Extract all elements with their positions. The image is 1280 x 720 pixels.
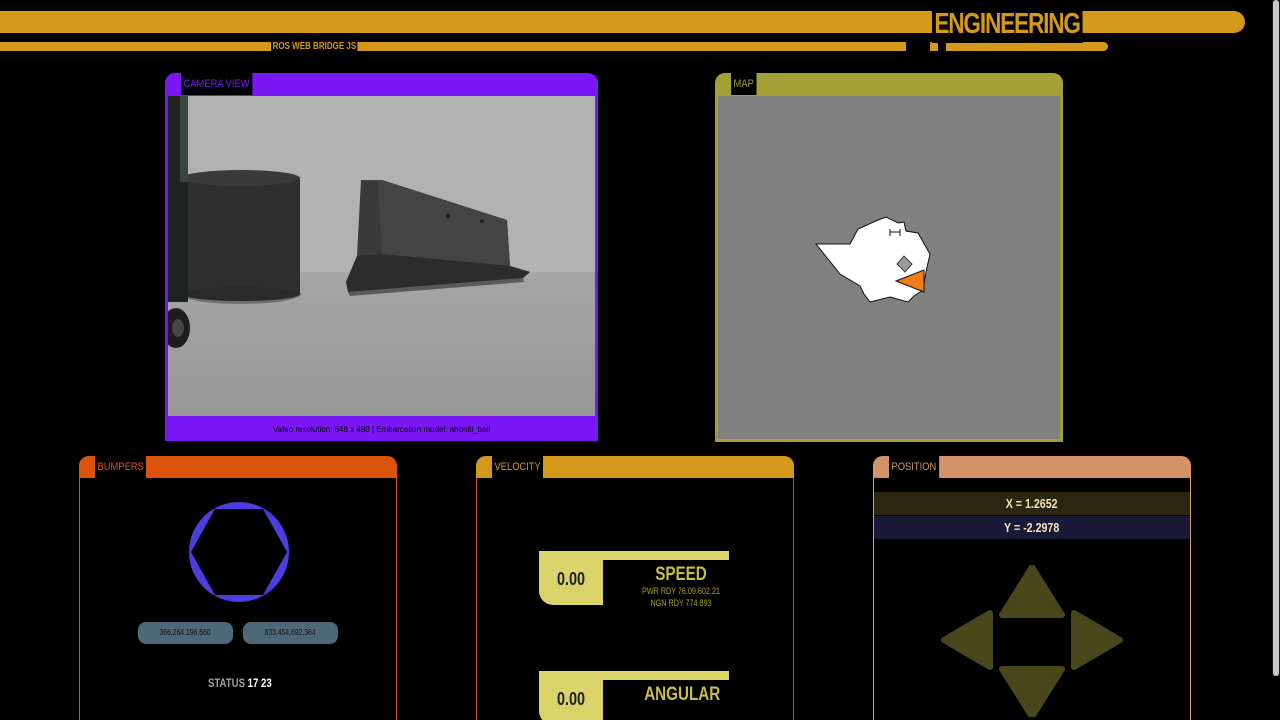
speed-title: SPEED xyxy=(655,564,707,585)
arrow-right-icon[interactable] xyxy=(1071,610,1123,670)
speed-value: 0.00 xyxy=(556,569,586,589)
speed-gauge: 0.00 SPEED PWR RDY 76.09 602.21 NGN RDY … xyxy=(539,551,731,608)
page-title: ENGINEERING xyxy=(932,5,1083,43)
camera-scene-image xyxy=(168,96,595,416)
page-subtitle: ROS WEB BRIDGE JS xyxy=(271,41,358,53)
camera-panel-label: CAMERA VIEW xyxy=(181,73,253,95)
velocity-panel-label: VELOCITY xyxy=(492,456,544,478)
speed-subtext-1: PWR RDY 76.09 602.21 xyxy=(642,586,720,596)
position-body: X = 1.2652 Y = -2.2978 xyxy=(874,478,1190,720)
position-panel-label: POSITION xyxy=(889,456,939,478)
speed-subtext-2: NGN RDY 774 893 xyxy=(650,598,712,608)
map-panel-label: MAP xyxy=(731,73,757,95)
velocity-panel: VELOCITY 0.00 SPEED PWR RDY 76.09 602.21… xyxy=(476,456,794,720)
header-bar-lower-block xyxy=(930,42,938,51)
occupancy-map-image xyxy=(814,216,931,303)
page-scrollbar[interactable] xyxy=(1272,0,1280,676)
angular-gauge: 0.00 ANGULAR xyxy=(539,671,731,720)
arrow-down-icon[interactable] xyxy=(999,666,1065,717)
arrow-left-icon[interactable] xyxy=(941,610,993,670)
bumper-left-value: 366,264,196,660 xyxy=(138,622,233,644)
bumper-status-value: 17 23 xyxy=(247,676,272,690)
header-bar-lower-left xyxy=(0,42,906,51)
camera-footer-text: Video resolution: 648 x 480 | Embarcatio… xyxy=(272,425,491,434)
position-y: Y = -2.2978 xyxy=(874,516,1190,539)
arrow-up-icon[interactable] xyxy=(999,565,1065,618)
bumper-right-value: 833,454,692,364 xyxy=(243,622,338,644)
angular-title: ANGULAR xyxy=(644,684,721,705)
velocity-body: 0.00 SPEED PWR RDY 76.09 602.21 NGN RDY … xyxy=(477,478,793,720)
camera-feed xyxy=(168,96,595,416)
position-panel: POSITION X = 1.2652 Y = -2.2978 xyxy=(873,456,1191,720)
bumper-status: STATUS 17 23 xyxy=(208,676,272,690)
occupancy-map[interactable] xyxy=(718,96,1060,439)
map-panel: MAP xyxy=(715,73,1063,442)
bumpers-panel: BUMPERS 366,264,196,660 833,454,692,364 … xyxy=(79,456,397,720)
angular-value: 0.00 xyxy=(556,689,586,709)
direction-pad xyxy=(941,565,1123,717)
scrollbar-thumb[interactable] xyxy=(1273,0,1279,676)
camera-panel: CAMERA VIEW Video resolution: 648 x 480 … xyxy=(165,73,598,441)
header-bar-lower-right xyxy=(946,42,1108,51)
bumpers-body: 366,264,196,660 833,454,692,364 STATUS 1… xyxy=(80,478,396,720)
position-x: X = 1.2652 xyxy=(874,492,1190,515)
bumpers-panel-label: BUMPERS xyxy=(95,456,147,478)
bumper-ring-icon xyxy=(189,502,289,602)
